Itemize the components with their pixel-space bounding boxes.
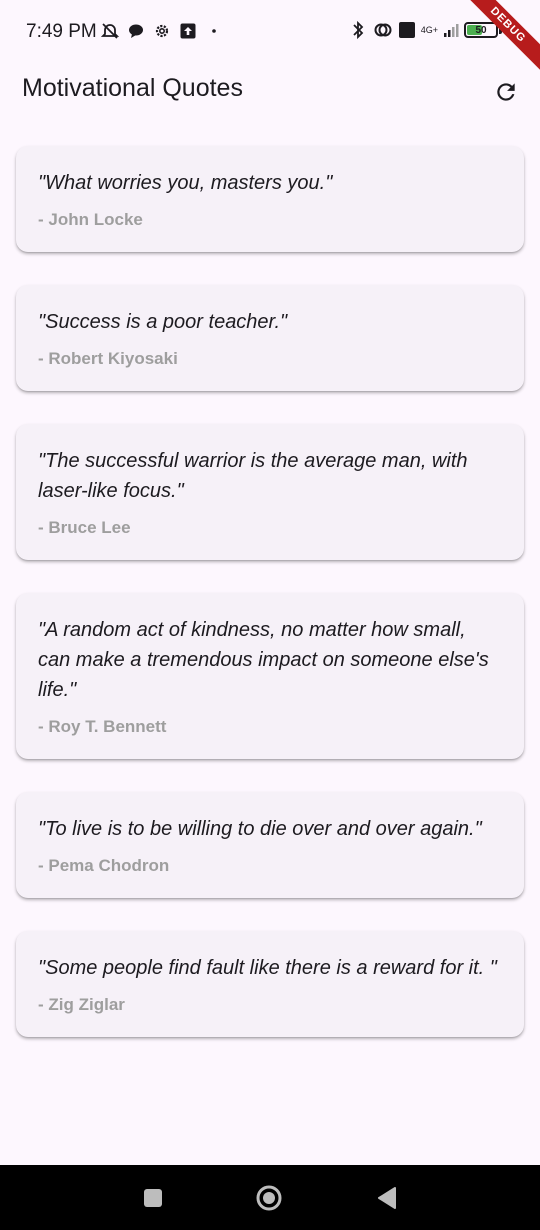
quote-author: - Bruce Lee [38,518,131,537]
quote-text: "Success is a poor teacher." [38,311,288,333]
app-bar: Motivational Quotes [0,64,540,120]
quote-card[interactable]: "The successful warrior is the average m… [16,424,524,560]
triangle-back-icon [378,1187,396,1209]
status-time: 7:49 PM [26,21,97,42]
quote-author: - Pema Chodron [38,856,170,875]
refresh-button[interactable] [486,72,526,112]
quote-author: - Roy T. Bennett [38,717,167,736]
signal-strength-icon [443,19,459,41]
settings-gear-icon [152,20,172,42]
quote-card[interactable]: "Some people find fault like there is a … [16,931,524,1037]
bluetooth-icon [348,19,368,41]
refresh-icon [497,83,515,101]
network-type-label: 4G+ [420,24,438,35]
status-notification-icons [100,20,224,42]
page-title: Motivational Quotes [22,74,243,102]
battery-cap [499,26,502,34]
volte-icon [398,19,416,41]
back-button[interactable] [372,1183,402,1213]
recents-button[interactable] [138,1183,168,1213]
quote-list: "What worries you, masters you." - John … [16,146,524,1070]
quote-card[interactable]: "To live is to be willing to die over an… [16,792,524,898]
quote-author: - John Locke [38,210,143,229]
quote-card[interactable]: "What worries you, masters you." - John … [16,146,524,252]
alarm-off-icon [100,20,120,42]
home-button[interactable] [254,1183,284,1213]
status-system-icons: 4G+ 50 [348,19,502,41]
status-bar: 7:49 PM 4G+ 50 [0,0,540,64]
system-nav-bar [0,1165,540,1230]
square-icon [144,1189,162,1207]
quote-author: - Zig Ziglar [38,995,125,1014]
quote-text: "Some people find fault like there is a … [38,957,497,979]
quote-text: "A random act of kindness, no matter how… [38,619,489,701]
upload-icon [178,20,198,42]
quote-text: "What worries you, masters you." [38,172,333,194]
network-label: 4G+ [420,24,438,35]
hotspot-link-icon [373,19,393,41]
quote-author: - Robert Kiyosaki [38,349,178,368]
battery-indicator: 50 [464,22,502,38]
battery-body: 50 [464,22,498,38]
chat-bubble-icon [126,20,146,42]
circle-icon [256,1185,282,1211]
battery-level: 50 [475,24,487,36]
quote-card[interactable]: "A random act of kindness, no matter how… [16,593,524,759]
dot-icon [204,20,224,42]
quote-card[interactable]: "Success is a poor teacher." - Robert Ki… [16,285,524,391]
quote-text: "To live is to be willing to die over an… [38,818,482,840]
quote-text: "The successful warrior is the average m… [38,450,468,502]
